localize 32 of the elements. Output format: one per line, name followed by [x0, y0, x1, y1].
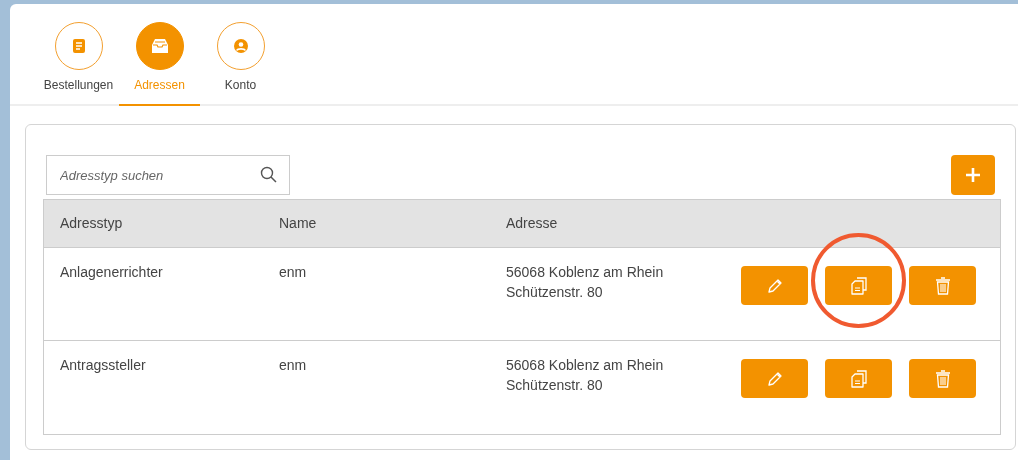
- copy-icon: [850, 276, 867, 295]
- trash-icon: [934, 369, 951, 388]
- table-cell-text: Anlagenerrichter: [59, 263, 164, 282]
- nav-tab[interactable]: Konto: [200, 22, 281, 106]
- search-field[interactable]: Adresstyp suchen: [46, 155, 290, 195]
- pencil-icon: [766, 370, 783, 387]
- table-cell-text: enm: [278, 263, 308, 282]
- add-button[interactable]: [951, 155, 995, 195]
- column-header: Adresse: [505, 214, 559, 233]
- address-line: Schützenstr. 80: [506, 376, 604, 395]
- copy-icon: [850, 369, 867, 388]
- inbox-icon: [151, 39, 168, 53]
- table-cell-text: enm: [278, 356, 308, 375]
- user-icon: [233, 39, 248, 53]
- delete-button[interactable]: [909, 359, 976, 398]
- trash-icon: [934, 276, 951, 295]
- edit-button[interactable]: [741, 359, 808, 398]
- column-header: Adresstyp: [59, 214, 124, 233]
- copy-button[interactable]: [825, 266, 892, 305]
- column-header: Name: [278, 214, 318, 233]
- document-icon: [72, 39, 85, 53]
- address-line: 56068 Koblenz am Rhein: [506, 263, 665, 282]
- edit-button[interactable]: [741, 266, 808, 305]
- plus-icon: [965, 167, 981, 183]
- copy-button[interactable]: [825, 359, 892, 398]
- table-cell-text: Antragssteller: [59, 356, 147, 375]
- nav-tab[interactable]: Bestellungen: [38, 22, 119, 106]
- delete-button[interactable]: [909, 266, 976, 305]
- address-line: Schützenstr. 80: [506, 283, 604, 302]
- address-line: 56068 Koblenz am Rhein: [506, 356, 665, 375]
- search-icon: [260, 166, 277, 183]
- pencil-icon: [766, 277, 783, 294]
